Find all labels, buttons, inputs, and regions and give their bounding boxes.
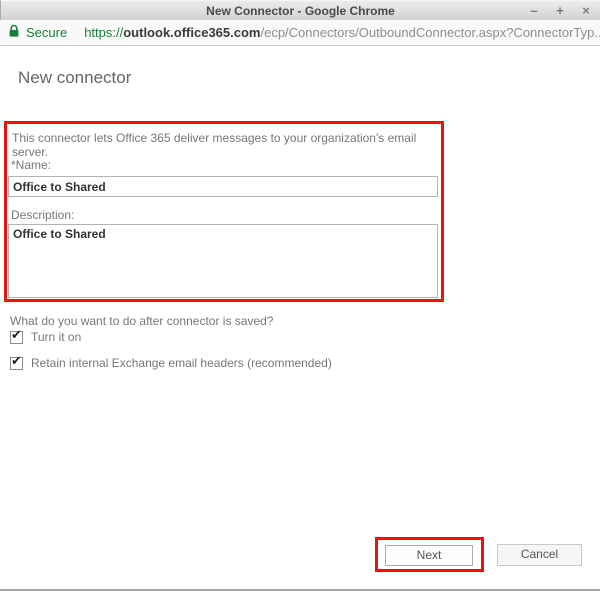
retain-headers-checkbox[interactable]: ✔ (10, 352, 23, 370)
next-button[interactable]: Next (385, 545, 473, 566)
url-scheme: https:// (84, 25, 124, 40)
turn-it-on-label: Turn it on (31, 330, 82, 344)
browser-address-bar[interactable]: Secure https://outlook.office365.com/ecp… (0, 20, 600, 46)
maximize-icon[interactable]: + (554, 1, 566, 21)
turn-it-on-checkbox[interactable]: ✔ (10, 326, 23, 344)
cancel-button[interactable]: Cancel (497, 544, 582, 566)
description-textarea[interactable]: Office to Shared (8, 224, 438, 298)
secure-lock-icon (8, 24, 20, 43)
window-bottom-border (0, 589, 600, 591)
name-label: *Name: (11, 158, 52, 172)
url-domain: outlook.office365.com (123, 25, 261, 40)
after-save-question: What do you want to do after connector i… (10, 314, 274, 328)
secure-label[interactable]: Secure (26, 25, 67, 40)
url-text[interactable]: https://outlook.office365.com/ecp/Connec… (84, 25, 600, 40)
turn-it-on-option[interactable]: ✔ Turn it on (10, 326, 82, 344)
url-path: /ecp/Connectors/OutboundConnector.aspx?C… (260, 25, 600, 40)
retain-headers-option[interactable]: ✔ Retain internal Exchange email headers… (10, 352, 332, 370)
window-controls: – + × (528, 1, 592, 21)
window-titlebar: New Connector - Google Chrome – + × (0, 0, 600, 20)
retain-headers-label: Retain internal Exchange email headers (… (31, 356, 332, 370)
minimize-icon[interactable]: – (528, 1, 540, 21)
checkmark-icon: ✔ (11, 326, 22, 342)
description-label: Description: (11, 208, 75, 222)
name-input[interactable] (8, 176, 438, 197)
checkmark-icon: ✔ (11, 352, 22, 368)
connector-intro-text: This connector lets Office 365 deliver m… (12, 131, 417, 159)
page-title: New connector (18, 68, 132, 87)
window-title: New Connector - Google Chrome (206, 3, 395, 18)
close-icon[interactable]: × (580, 1, 592, 21)
